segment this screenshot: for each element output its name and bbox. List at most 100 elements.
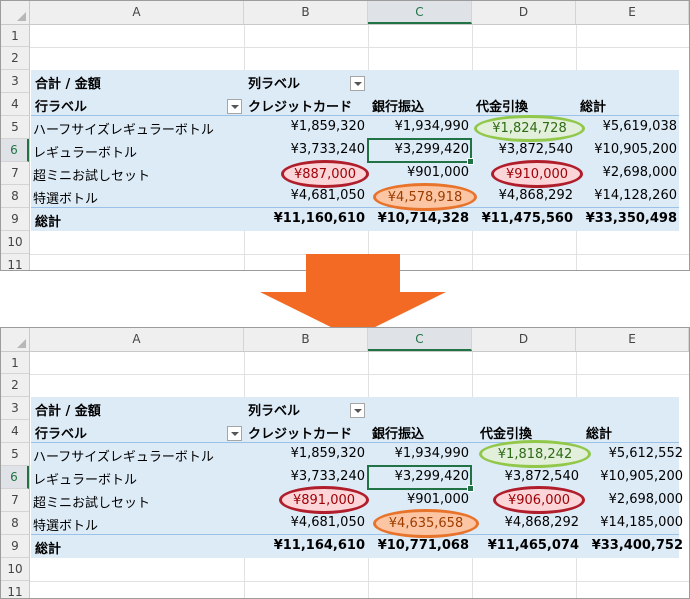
- highlight-changed-value[interactable]: ¥1,818,242: [479, 440, 591, 468]
- row-filter-dropdown-icon[interactable]: [227, 426, 242, 441]
- table-cell[interactable]: ¥4,681,050: [244, 188, 365, 203]
- gridline: [576, 25, 577, 70]
- row-header-1[interactable]: 1: [1, 25, 29, 47]
- column-header-b[interactable]: B: [244, 328, 368, 351]
- highlight-changed-value[interactable]: ¥910,000: [491, 160, 583, 188]
- grand-total-cell[interactable]: ¥33,350,498: [576, 211, 677, 226]
- grand-total-cell[interactable]: ¥33,400,752: [576, 538, 683, 553]
- active-cell-value[interactable]: ¥3,299,420: [368, 469, 469, 484]
- highlight-changed-value[interactable]: ¥906,000: [493, 486, 585, 514]
- row-header-3[interactable]: 3: [1, 70, 29, 93]
- row-header-7[interactable]: 7: [1, 489, 29, 512]
- table-cell[interactable]: ¥1,934,990: [368, 446, 469, 461]
- row-header-10[interactable]: 10: [1, 558, 29, 581]
- column-filter-dropdown-icon[interactable]: [350, 403, 365, 418]
- down-arrow-icon: [260, 254, 446, 338]
- row-header-10[interactable]: 10: [1, 231, 29, 254]
- gridline: [472, 352, 473, 397]
- table-cell[interactable]: ¥3,733,240: [244, 142, 365, 157]
- column-header-d[interactable]: D: [472, 328, 576, 351]
- grand-total-cell[interactable]: ¥11,475,560: [472, 211, 573, 226]
- row-label: 特選ボトル: [33, 519, 99, 534]
- table-cell[interactable]: ¥2,698,000: [576, 492, 683, 507]
- column-labels-header: 列ラベル: [248, 77, 301, 92]
- column-header-a[interactable]: A: [30, 328, 244, 351]
- highlight-changed-value[interactable]: ¥1,824,728: [474, 115, 585, 142]
- table-cell[interactable]: ¥3,733,240: [244, 469, 365, 484]
- table-cell[interactable]: ¥14,185,000: [576, 515, 683, 530]
- column-header-b[interactable]: B: [244, 1, 368, 24]
- highlight-changed-value[interactable]: ¥887,000: [281, 160, 369, 188]
- column-header-d[interactable]: D: [472, 1, 576, 24]
- grand-total-cell[interactable]: ¥10,714,328: [368, 211, 469, 226]
- active-cell-value[interactable]: ¥3,299,420: [368, 142, 469, 157]
- row-header-7[interactable]: 7: [1, 162, 29, 185]
- row-header-9[interactable]: 9: [1, 208, 29, 231]
- row-header-2[interactable]: 2: [1, 47, 29, 70]
- gridline: [472, 558, 473, 598]
- row-label: レギュラーボトル: [33, 146, 138, 161]
- row-header-bar: 1 2 3 4 5 6 7 8 9 10 11: [1, 352, 30, 598]
- header-grand-total: 総計: [580, 100, 607, 115]
- fill-handle[interactable]: [467, 158, 474, 165]
- spreadsheet-after: A B C D E 1 2 3 4 5 6 7 8 9 10 11 合計 / 金…: [0, 327, 690, 599]
- row-header-8[interactable]: 8: [1, 512, 29, 535]
- row-filter-dropdown-icon[interactable]: [227, 99, 242, 114]
- grand-total-cell[interactable]: ¥11,164,610: [244, 538, 365, 553]
- header-cash-on-delivery: 代金引換: [480, 427, 533, 442]
- row-header-4[interactable]: 4: [1, 420, 29, 443]
- row-header-2[interactable]: 2: [1, 374, 29, 397]
- grand-total-cell[interactable]: ¥11,160,610: [244, 211, 365, 226]
- select-all-button[interactable]: [1, 1, 30, 24]
- row-header-6[interactable]: 6: [1, 139, 29, 162]
- gridline: [368, 352, 369, 397]
- table-cell[interactable]: ¥5,612,552: [576, 446, 683, 461]
- row-header-1[interactable]: 1: [1, 352, 29, 374]
- row-header-5[interactable]: 5: [1, 443, 29, 466]
- highlight-changed-value[interactable]: ¥891,000: [279, 486, 369, 514]
- row-labels-header: 行ラベル: [35, 100, 88, 115]
- column-header-a[interactable]: A: [30, 1, 244, 24]
- table-cell[interactable]: ¥4,868,292: [472, 515, 579, 530]
- row-header-3[interactable]: 3: [1, 397, 29, 420]
- select-all-button[interactable]: [1, 328, 30, 351]
- table-cell[interactable]: ¥3,872,540: [472, 142, 573, 157]
- table-cell[interactable]: ¥1,859,320: [244, 119, 365, 134]
- column-header-e[interactable]: E: [576, 1, 689, 24]
- grand-total-cell[interactable]: ¥10,771,068: [368, 538, 469, 553]
- row-header-8[interactable]: 8: [1, 185, 29, 208]
- table-cell[interactable]: ¥1,859,320: [244, 446, 365, 461]
- table-cell[interactable]: ¥901,000: [368, 492, 469, 507]
- table-cell[interactable]: ¥10,905,200: [576, 469, 683, 484]
- table-cell[interactable]: ¥14,128,260: [576, 188, 677, 203]
- gridline: [244, 558, 245, 598]
- column-filter-dropdown-icon[interactable]: [350, 76, 365, 91]
- highlight-changed-value[interactable]: ¥4,578,918: [373, 183, 477, 211]
- grand-total-label: 総計: [35, 542, 62, 557]
- table-cell[interactable]: ¥5,619,038: [576, 119, 677, 134]
- table-cell[interactable]: ¥1,934,990: [368, 119, 469, 134]
- fill-handle[interactable]: [467, 485, 474, 492]
- column-header-e[interactable]: E: [576, 328, 689, 351]
- gridline: [244, 352, 245, 397]
- table-cell[interactable]: ¥2,698,000: [576, 165, 677, 180]
- highlight-changed-value[interactable]: ¥4,635,658: [373, 509, 479, 538]
- column-header-c[interactable]: C: [368, 1, 472, 24]
- table-cell[interactable]: ¥4,681,050: [244, 515, 365, 530]
- row-header-5[interactable]: 5: [1, 116, 29, 139]
- row-label: 超ミニお試しセット: [33, 496, 151, 511]
- table-cell[interactable]: ¥3,872,540: [472, 469, 579, 484]
- row-header-4[interactable]: 4: [1, 93, 29, 116]
- select-all-icon: [17, 339, 26, 348]
- row-header-6[interactable]: 6: [1, 466, 29, 489]
- grand-total-cell[interactable]: ¥11,465,074: [472, 538, 579, 553]
- gridline: [368, 558, 369, 598]
- table-cell[interactable]: ¥901,000: [368, 165, 469, 180]
- table-cell[interactable]: ¥4,868,292: [472, 188, 573, 203]
- table-cell[interactable]: ¥10,905,200: [576, 142, 677, 157]
- row-header-9[interactable]: 9: [1, 535, 29, 558]
- column-header-c[interactable]: C: [368, 328, 472, 351]
- row-header-11[interactable]: 11: [1, 581, 29, 598]
- row-header-11[interactable]: 11: [1, 254, 29, 270]
- gridline: [30, 581, 689, 582]
